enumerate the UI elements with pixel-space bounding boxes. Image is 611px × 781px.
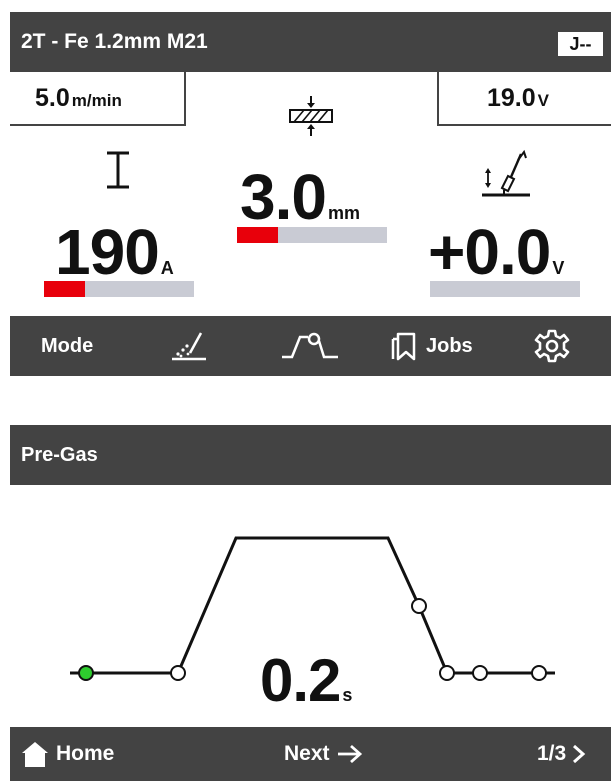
page-indicator: 1/3 xyxy=(537,742,567,765)
voltage-value-group: 19.0 V xyxy=(487,84,549,113)
sequence-unit: s xyxy=(342,685,353,705)
sequence-point xyxy=(472,665,488,681)
sequence-title: Pre-Gas xyxy=(21,444,98,466)
header-bar: 2T - Fe 1.2mm M21 J-- xyxy=(10,12,611,72)
arc-length-icon xyxy=(482,149,530,197)
current-level-fill xyxy=(44,281,85,297)
arc-length-unit: V xyxy=(552,258,565,278)
current-unit: A xyxy=(160,258,174,278)
sequence-title-bar: Pre-Gas xyxy=(10,425,611,485)
footer-bar: Home Next 1/3 xyxy=(10,727,611,781)
thickness-level-fill xyxy=(237,227,278,243)
voltage-box[interactable]: 19.0 V xyxy=(437,72,611,126)
page-indicator-button[interactable]: 1/3 xyxy=(537,727,588,781)
home-button[interactable]: Home xyxy=(20,727,114,781)
job-badge[interactable]: J-- xyxy=(558,32,603,56)
program-title: 2T - Fe 1.2mm M21 xyxy=(21,30,208,53)
next-button[interactable]: Next xyxy=(284,727,364,781)
weld-process-icon xyxy=(172,332,206,361)
home-icon xyxy=(22,742,48,767)
arrow-right-icon xyxy=(337,744,362,764)
sequence-point xyxy=(170,665,186,681)
arc-length-level-bar xyxy=(430,281,580,297)
weld-sequence-button[interactable] xyxy=(280,316,340,376)
sequence-value-readout[interactable]: 0.2 s xyxy=(260,646,352,715)
next-label: Next xyxy=(284,742,330,765)
sequence-point xyxy=(531,665,547,681)
thickness-unit: mm xyxy=(327,203,360,223)
current-icon xyxy=(107,151,129,189)
wire-speed-value: 5.0 xyxy=(35,84,70,112)
mode-button[interactable]: Mode xyxy=(41,316,93,376)
wire-speed-unit: m/min xyxy=(71,91,122,110)
settings-button[interactable] xyxy=(534,316,570,376)
thickness-icon xyxy=(289,96,333,136)
home-label: Home xyxy=(56,742,115,765)
menu-bar: Mode Jobs xyxy=(10,316,611,376)
current-value: 190 xyxy=(55,216,160,288)
voltage-value: 19.0 xyxy=(487,84,536,112)
arc-length-readout[interactable]: +0.0 V xyxy=(428,215,564,289)
voltage-unit: V xyxy=(537,91,550,110)
thickness-value: 3.0 xyxy=(240,161,327,233)
sequence-point xyxy=(439,665,455,681)
wire-speed-box[interactable]: 5.0 m/min xyxy=(10,72,186,126)
jobs-icon xyxy=(391,332,416,361)
arc-length-value: +0.0 xyxy=(428,216,551,288)
weld-process-button[interactable] xyxy=(170,316,208,376)
wire-speed-value-group: 5.0 m/min xyxy=(35,84,122,113)
jobs-label: Jobs xyxy=(426,334,473,357)
current-readout[interactable]: 190 A xyxy=(55,215,174,289)
sequence-point-active xyxy=(78,665,94,681)
thickness-readout[interactable]: 3.0 mm xyxy=(240,160,360,234)
current-level-bar xyxy=(44,281,194,297)
jobs-button[interactable]: Jobs xyxy=(390,316,473,376)
thickness-level-bar xyxy=(237,227,387,243)
sequence-point xyxy=(411,598,427,614)
chevron-right-icon xyxy=(573,744,586,764)
sequence-value: 0.2 xyxy=(260,647,341,714)
mode-label: Mode xyxy=(41,334,94,357)
weld-sequence-icon xyxy=(282,332,338,359)
gear-icon xyxy=(534,329,570,363)
